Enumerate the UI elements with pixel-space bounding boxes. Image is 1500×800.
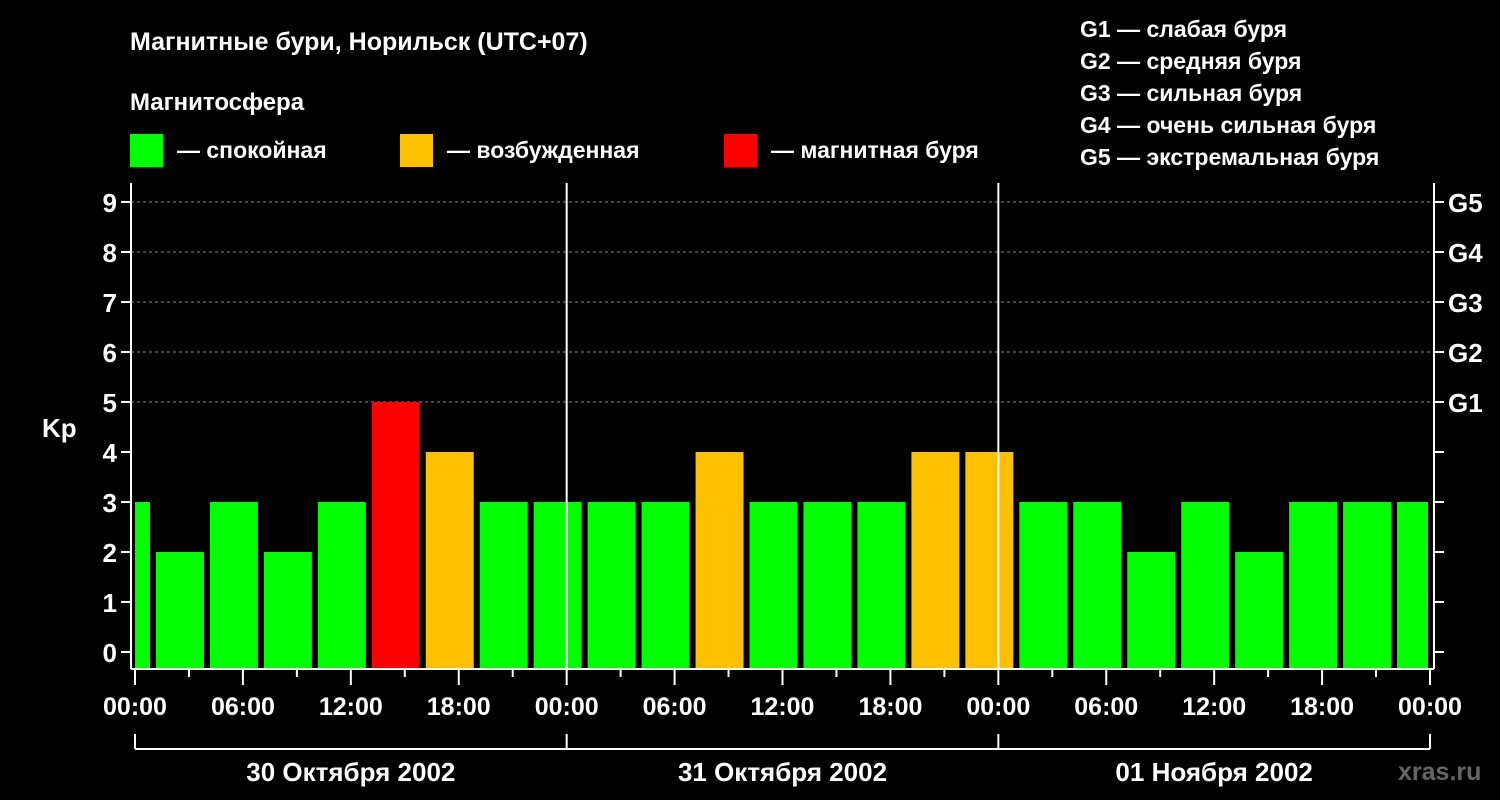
kp-chart: Магнитные бури, Норильск (UTC+07) Магнит… xyxy=(42,16,1483,787)
y-tick-label: 6 xyxy=(103,338,117,368)
legend-title: Магнитосфера xyxy=(130,89,305,116)
legend-swatch xyxy=(400,134,433,167)
kp-bar xyxy=(587,502,636,669)
kp-bar xyxy=(317,502,366,669)
kp-bar xyxy=(1343,502,1392,669)
x-tick-label: 00:00 xyxy=(103,693,167,721)
x-tick-label: 12:00 xyxy=(751,693,815,721)
x-tick-label: 06:00 xyxy=(1074,693,1138,721)
y-tick-label: 1 xyxy=(103,588,117,618)
kp-bar xyxy=(1073,502,1122,669)
g-tick-label: G4 xyxy=(1448,238,1483,268)
kp-bar xyxy=(263,552,312,669)
kp-bar xyxy=(1127,552,1176,669)
axes: 0 1 2 3 4 5 6 7 8 9 G1 G2 G3 G4 G5 00:00 06:00 12:00 18:00… xyxy=(103,183,1483,787)
g-legend-item: G2 — средняя буря xyxy=(1080,48,1301,74)
y-tick-label: 9 xyxy=(103,188,117,218)
y-tick-label: 3 xyxy=(103,488,117,518)
kp-bar xyxy=(911,452,960,669)
y-tick-label: 8 xyxy=(103,238,117,268)
kp-bar xyxy=(965,452,1014,669)
y-tick-label: 0 xyxy=(103,638,117,668)
x-tick-label: 18:00 xyxy=(427,693,491,721)
kp-bar xyxy=(1397,502,1428,669)
kp-bar xyxy=(749,502,798,669)
kp-bar xyxy=(533,502,582,669)
kp-bar xyxy=(1289,502,1338,669)
x-tick-label: 00:00 xyxy=(1398,693,1462,721)
x-tick-label: 12:00 xyxy=(319,693,383,721)
g-tick-label: G3 xyxy=(1448,288,1483,318)
kp-bar xyxy=(155,552,204,669)
kp-bar xyxy=(425,452,474,669)
legend-swatch xyxy=(724,134,757,167)
kp-bar xyxy=(803,502,852,669)
y-tick-label: 2 xyxy=(103,538,117,568)
kp-bar xyxy=(1019,502,1068,669)
kp-bar xyxy=(135,502,150,669)
legend-label: — спокойная xyxy=(177,137,327,163)
legend-label: — возбужденная xyxy=(447,137,640,163)
kp-bar xyxy=(209,502,258,669)
g-tick-label: G5 xyxy=(1448,188,1483,218)
kp-bar xyxy=(371,402,420,669)
kp-bar xyxy=(695,452,744,669)
x-tick-label: 18:00 xyxy=(1290,693,1354,721)
y-tick-label: 4 xyxy=(103,438,118,468)
x-tick-label: 12:00 xyxy=(1182,693,1246,721)
legend-swatch xyxy=(130,134,163,167)
x-tick-label: 06:00 xyxy=(211,693,275,721)
x-tick-label: 06:00 xyxy=(643,693,707,721)
legend-label: — магнитная буря xyxy=(771,137,979,163)
y-tick-label: 5 xyxy=(103,388,117,418)
x-tick-label: 00:00 xyxy=(535,693,599,721)
g-tick-label: G1 xyxy=(1448,388,1483,418)
bars xyxy=(135,402,1428,669)
g-scale-legend: G1 — слабая буря G2 — средняя буря G3 — си… xyxy=(1080,16,1379,170)
g-legend-item: G1 — слабая буря xyxy=(1080,16,1287,42)
g-tick-label: G2 xyxy=(1448,338,1483,368)
kp-bar xyxy=(479,502,528,669)
watermark: xras.ru xyxy=(1398,758,1481,786)
day-label: 01 Ноября 2002 xyxy=(1115,757,1312,787)
kp-bar xyxy=(1235,552,1284,669)
y-axis-label: Kp xyxy=(42,413,77,443)
g-legend-item: G4 — очень сильная буря xyxy=(1080,112,1376,138)
kp-bar xyxy=(641,502,690,669)
chart-title: Магнитные бури, Норильск (UTC+07) xyxy=(130,28,588,56)
x-tick-label: 00:00 xyxy=(966,693,1030,721)
kp-bar xyxy=(1181,502,1230,669)
day-label: 31 Октября 2002 xyxy=(678,757,887,787)
day-label: 30 Октября 2002 xyxy=(246,757,455,787)
x-tick-label: 18:00 xyxy=(858,693,922,721)
grid xyxy=(131,201,1434,403)
legend: — спокойная — возбужденная — магнитная бур… xyxy=(130,134,979,167)
kp-bar xyxy=(857,502,906,669)
g-legend-item: G3 — сильная буря xyxy=(1080,80,1302,106)
y-tick-label: 7 xyxy=(103,288,117,318)
g-legend-item: G5 — экстремальная буря xyxy=(1080,144,1379,170)
